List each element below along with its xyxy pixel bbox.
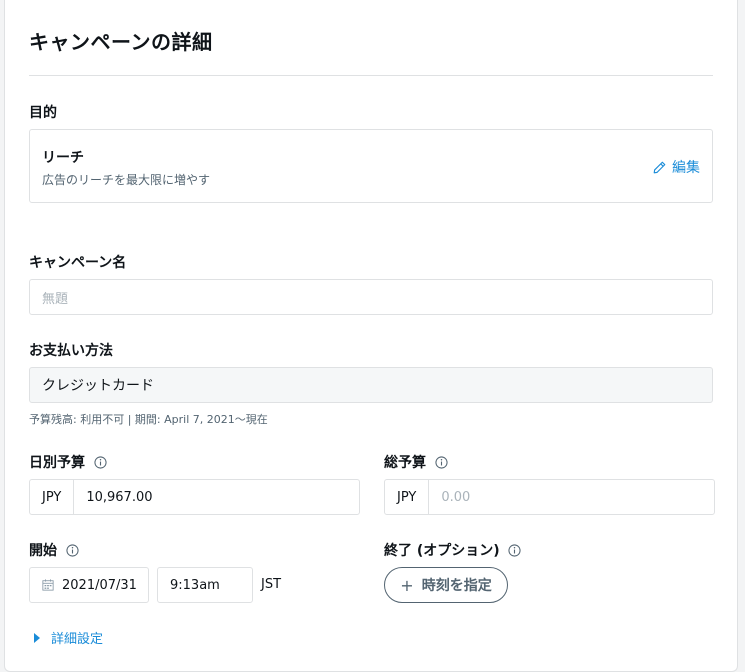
objective-box: リーチ 広告のリーチを最大限に増やす 編集 [29, 129, 713, 203]
start-date-input[interactable]: 2021/07/31 [29, 567, 149, 603]
budget-help-text: 予算残高: 利用不可 | 期間: April 7, 2021〜現在 [29, 413, 268, 426]
plus-icon: + [400, 575, 414, 595]
objective-description: 広告のリーチを最大限に増やす [42, 173, 211, 187]
title-divider [29, 75, 713, 76]
set-end-time-button[interactable]: + 時刻を指定 [384, 567, 508, 603]
payment-method-label-text: お支払い方法 [29, 343, 113, 359]
calendar-icon [42, 579, 54, 591]
total-budget-placeholder: 0.00 [441, 489, 471, 505]
edit-objective-button[interactable]: 編集 [653, 157, 700, 177]
campaign-name-placeholder: 無題 [42, 291, 69, 307]
start-date-value: 2021/07/31 [62, 577, 137, 593]
total-budget-label-text: 総予算 [384, 455, 426, 471]
payment-method-field: クレジットカード [29, 367, 713, 403]
daily-budget-value: 10,967.00 [86, 489, 153, 505]
pencil-icon [653, 161, 666, 174]
total-budget-label: 総予算 [384, 452, 448, 472]
timezone-label: JST [261, 577, 282, 592]
campaign-details-card: キャンペーンの詳細 目的 リーチ 広告のリーチを最大限に増やす 編集 キャンペー… [4, 0, 738, 672]
campaign-name-label-text: キャンペーン名 [29, 255, 127, 271]
advanced-settings-toggle[interactable]: 詳細設定 [33, 628, 103, 647]
total-budget-currency: JPY [385, 480, 430, 514]
payment-method-value: クレジットカード [42, 378, 154, 394]
edit-label: 編集 [672, 160, 700, 176]
daily-budget-input[interactable]: JPY 10,967.00 [29, 479, 360, 515]
campaign-name-input[interactable]: 無題 [29, 279, 713, 315]
page-title: キャンペーンの詳細 [29, 30, 213, 54]
advanced-settings-label: 詳細設定 [51, 632, 104, 647]
start-label: 開始 [29, 540, 79, 560]
start-time-input[interactable]: 9:13am [157, 567, 253, 603]
info-icon[interactable] [508, 543, 522, 557]
set-end-time-label: 時刻を指定 [421, 578, 492, 594]
daily-budget-currency: JPY [30, 480, 75, 514]
start-label-text: 開始 [29, 543, 57, 559]
campaign-name-label: キャンペーン名 [29, 252, 126, 272]
objective-label: 目的 [29, 102, 57, 122]
start-time-value: 9:13am [170, 577, 220, 593]
payment-method-label: お支払い方法 [29, 340, 113, 360]
objective-name: リーチ [42, 150, 84, 166]
info-icon[interactable] [93, 455, 107, 469]
caret-right-icon [33, 632, 41, 643]
info-icon[interactable] [65, 543, 79, 557]
end-label-text: 終了 (オプション) [384, 543, 500, 559]
total-budget-input[interactable]: JPY 0.00 [384, 479, 715, 515]
info-icon[interactable] [434, 455, 448, 469]
end-label: 終了 (オプション) [384, 540, 522, 560]
daily-budget-label-text: 日別予算 [29, 455, 85, 471]
daily-budget-label: 日別予算 [29, 452, 107, 472]
objective-label-text: 目的 [29, 105, 57, 121]
